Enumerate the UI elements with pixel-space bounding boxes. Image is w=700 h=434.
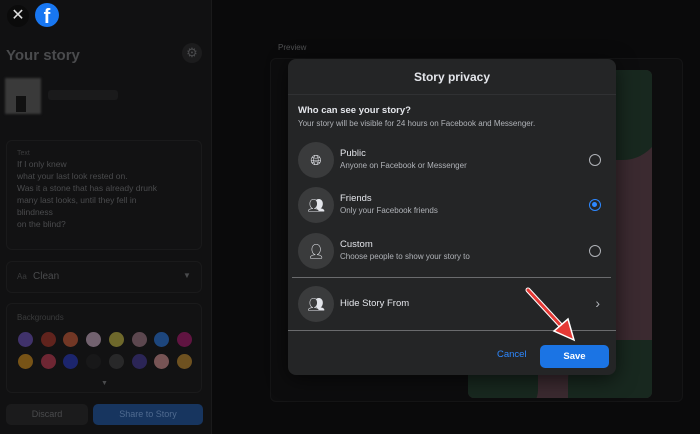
custom-person-icon: 👤︎ [298, 233, 334, 269]
background-swatch[interactable] [40, 332, 56, 347]
radio-friends[interactable] [589, 199, 601, 211]
font-value: Clean [33, 271, 60, 282]
friends-icon: 👥︎ [298, 187, 334, 223]
background-swatch[interactable] [18, 332, 33, 347]
background-swatch[interactable] [176, 354, 192, 369]
background-swatch[interactable] [18, 354, 33, 369]
text-label: Text [17, 150, 30, 157]
red-arrow-annotation [525, 287, 576, 342]
background-swatch[interactable] [63, 354, 79, 369]
globe-icon: 🌐︎ [298, 142, 334, 178]
font-prefix: Aa [17, 272, 27, 281]
save-button[interactable]: Save [540, 345, 609, 368]
background-swatch[interactable] [176, 332, 192, 347]
question: Who can see your story? [298, 105, 411, 116]
background-swatch[interactable] [108, 332, 124, 347]
radio-custom[interactable] [589, 245, 601, 257]
background-swatch[interactable] [131, 332, 147, 347]
preview-label: Preview [278, 43, 307, 52]
radio-public[interactable] [589, 154, 601, 166]
hide-story-from-label: Hide Story From [340, 298, 410, 309]
question-subtitle: Your story will be visible for 24 hours … [298, 119, 536, 128]
background-swatch[interactable] [86, 354, 102, 369]
backgrounds-section: Backgrounds ▼ [6, 303, 202, 393]
share-to-story-button[interactable]: Share to Story [93, 404, 203, 425]
background-swatch[interactable] [154, 354, 170, 369]
option-title: Custom [340, 239, 373, 250]
story-text-input[interactable]: Text If I only knew what your last look … [6, 140, 202, 250]
chevron-down-icon: ▼ [183, 271, 191, 280]
facebook-logo[interactable]: f [35, 3, 59, 27]
option-public[interactable]: 🌐︎ Public Anyone on Facebook or Messenge… [298, 141, 608, 179]
chevron-right-icon: › [595, 295, 600, 311]
discard-button[interactable]: Discard [6, 404, 88, 425]
option-desc: Choose people to show your story to [340, 252, 470, 261]
story-text: If I only knew what your last look reste… [17, 159, 158, 229]
option-title: Friends [340, 193, 372, 204]
option-custom[interactable]: 👤︎ Custom Choose people to show your sto… [298, 232, 608, 270]
expand-chevron-icon[interactable]: ▼ [101, 380, 108, 387]
story-editor-panel: ✕ f Your story ⚙ Text If I only knew wha… [0, 0, 212, 434]
close-button[interactable]: ✕ [7, 5, 29, 27]
user-name-blurred [48, 90, 118, 100]
divider [292, 277, 611, 278]
panel-title: Your story [6, 47, 80, 64]
dialog-title: Story privacy [288, 59, 616, 95]
avatar-detail [16, 96, 26, 112]
option-desc: Only your Facebook friends [340, 206, 438, 215]
cancel-button[interactable]: Cancel [497, 349, 527, 360]
background-swatch[interactable] [154, 332, 170, 347]
option-desc: Anyone on Facebook or Messenger [340, 161, 467, 170]
background-swatch[interactable] [63, 332, 79, 347]
background-swatch[interactable] [131, 354, 147, 369]
backgrounds-label: Backgrounds [17, 313, 64, 322]
background-swatch[interactable] [40, 354, 56, 369]
font-select[interactable]: Aa Clean ▼ [6, 261, 202, 293]
background-swatch[interactable] [86, 332, 102, 347]
hide-friends-icon: 👥︎ [298, 286, 334, 322]
option-friends[interactable]: 👥︎ Friends Only your Facebook friends [298, 186, 608, 224]
option-title: Public [340, 148, 366, 159]
gear-icon[interactable]: ⚙ [182, 43, 202, 63]
background-swatch[interactable] [108, 354, 124, 369]
